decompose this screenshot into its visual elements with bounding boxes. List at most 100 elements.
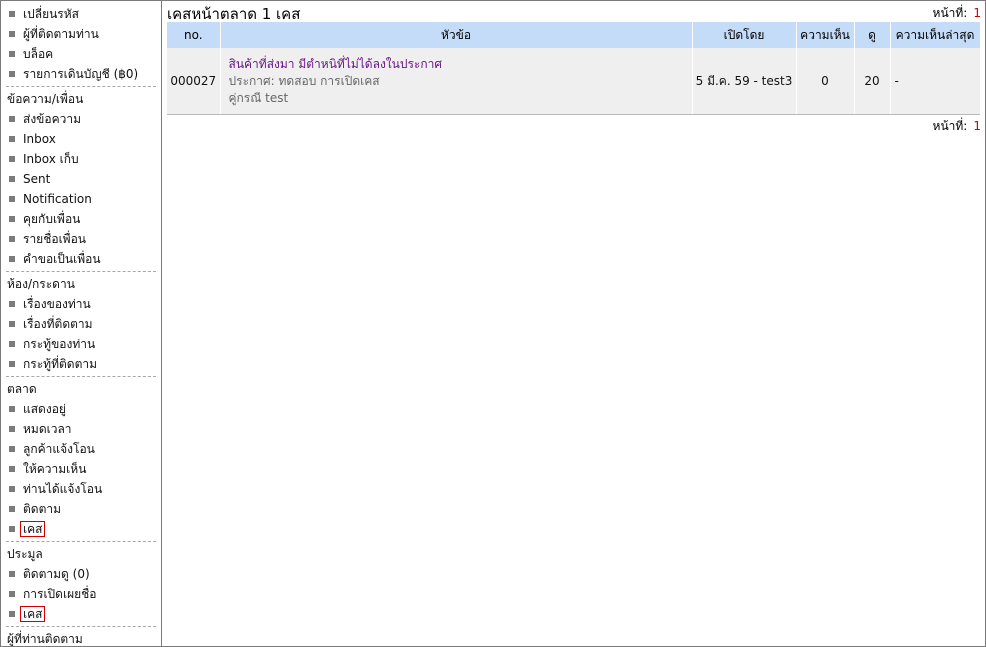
sidebar-item[interactable]: ลูกค้าแจ้งโอน (1, 439, 161, 459)
sidebar-item-label: รายชื่อเพื่อน (23, 232, 86, 246)
sidebar-item-label: กระทู้ของท่าน (23, 337, 96, 351)
sidebar-item[interactable]: รายชื่อเพื่อน (1, 229, 161, 249)
sidebar-section-header: ประมูล (7, 547, 43, 561)
sidebar-item[interactable]: เคส (1, 519, 161, 539)
sidebar-item[interactable]: เรื่องที่ติดตาม (1, 314, 161, 334)
sidebar-item-label: Sent (23, 172, 51, 186)
pager-bottom: หน้าที่: 1 (933, 117, 981, 136)
sidebar-item[interactable]: รายการเดินบัญชี (฿0) (1, 64, 161, 84)
sidebar-item-label: คำขอเป็นเพื่อน (23, 252, 101, 266)
square-bullet-icon (9, 255, 15, 262)
sidebar-section-header: ห้อง/กระดาน (7, 277, 75, 291)
sidebar-section-header: ตลาด (7, 382, 37, 396)
sidebar-item[interactable]: Notification (1, 189, 161, 209)
case-announcement: ประกาศ: ทดสอบ การเปิดเคส (228, 73, 380, 88)
sidebar-item[interactable]: กระทู้ของท่าน (1, 334, 161, 354)
sidebar-item-label: ท่านได้แจ้งโอน (23, 482, 103, 496)
square-bullet-icon (9, 70, 15, 77)
case-number: 000027 (167, 48, 221, 114)
sidebar-item[interactable]: ส่งข้อความ (1, 109, 161, 129)
square-bullet-icon (9, 360, 15, 367)
sidebar-item[interactable]: เรื่องของท่าน (1, 294, 161, 314)
sidebar-item[interactable]: การเปิดเผยชื่อ (1, 584, 161, 604)
sidebar-item[interactable]: หมดเวลา (1, 419, 161, 439)
pager-label: หน้าที่: (932, 6, 968, 20)
sidebar-item-label: ติดตามดู (0) (23, 567, 90, 581)
pager-top: หน้าที่: 1 (933, 4, 981, 23)
sidebar-item-label: แสดงอยู่ (23, 402, 66, 416)
sidebar-item[interactable]: คุยกับเพื่อน (1, 209, 161, 229)
cases-table: no. หัวข้อ เปิดโดย ความเห็น ดู ความเห็นล… (167, 22, 981, 114)
sidebar-item-label: รายการเดินบัญชี (฿0) (23, 67, 139, 81)
section-divider (6, 271, 156, 272)
sidebar-item[interactable]: กระทู้ที่ติดตาม (1, 354, 161, 374)
sidebar-item-label: เคส (20, 521, 46, 537)
sidebar-item[interactable]: เปลี่ยนรหัส (1, 4, 161, 24)
section-divider (6, 86, 156, 87)
sidebar-item-label: เคส (20, 606, 46, 622)
square-bullet-icon (9, 445, 15, 452)
square-bullet-icon (9, 215, 15, 222)
square-bullet-icon (9, 485, 15, 492)
sidebar-item[interactable]: Inbox เก็บ (1, 149, 161, 169)
square-bullet-icon (9, 135, 15, 142)
sidebar-item[interactable]: ให้ความเห็น (1, 459, 161, 479)
sidebar-item[interactable]: Inbox (1, 129, 161, 149)
column-header-last-comment: ความเห็นล่าสุด (890, 22, 981, 48)
column-header-comments: ความเห็น (796, 22, 855, 48)
app-window: เปลี่ยนรหัส ผู้ที่ติดตามท่าน บล็อครายการเด… (0, 0, 986, 647)
sidebar-item-label: เรื่องของท่าน (23, 297, 91, 311)
page-number-link[interactable]: 1 (973, 119, 981, 133)
sidebar-item-label: กระทู้ที่ติดตาม (23, 357, 98, 371)
section-divider (6, 541, 156, 542)
section-divider (6, 376, 156, 377)
sidebar-item[interactable]: คำขอเป็นเพื่อน (1, 249, 161, 269)
sidebar-item-label: Notification (23, 192, 92, 206)
sidebar-item[interactable]: แสดงอยู่ (1, 399, 161, 419)
case-topic-link[interactable]: สินค้าที่ส่งมา มีตำหนิที่ไม่ได้ลงในประกา… (229, 56, 691, 73)
section-divider (6, 626, 156, 627)
square-bullet-icon (9, 570, 15, 577)
case-comment-count: 0 (796, 48, 855, 114)
sidebar-section-header: ผู้ที่ท่านติดตาม (7, 632, 83, 646)
page-title: เคสหน้าตลาด 1 เคส (167, 5, 301, 23)
pager-label: หน้าที่: (932, 119, 968, 133)
square-bullet-icon (9, 590, 15, 597)
square-bullet-icon (9, 610, 15, 617)
sidebar-item[interactable]: Sent (1, 169, 161, 189)
square-bullet-icon (9, 195, 15, 202)
sidebar-item[interactable]: ติดตาม (1, 499, 161, 519)
sidebar-item[interactable]: บล็อค (1, 44, 161, 64)
case-view-count: 20 (854, 48, 891, 114)
square-bullet-icon (9, 175, 15, 182)
sidebar-item[interactable]: ท่านได้แจ้งโอน (1, 479, 161, 499)
column-header-opened-by: เปิดโดย (692, 22, 797, 48)
sidebar-item[interactable]: เคส (1, 604, 161, 624)
sidebar-section-header: ข้อความ/เพื่อน (7, 92, 84, 106)
square-bullet-icon (9, 155, 15, 162)
sidebar-item-label: หมดเวลา (23, 422, 72, 436)
case-party: คู่กรณี test (228, 90, 289, 105)
square-bullet-icon (9, 115, 15, 122)
square-bullet-icon (9, 50, 15, 57)
sidebar-item-label: เรื่องที่ติดตาม (23, 317, 93, 331)
sidebar-item-label: การเปิดเผยชื่อ (23, 587, 97, 601)
sidebar-item[interactable]: ติดตามดู (0) (1, 564, 161, 584)
sidebar-item-label: ส่งข้อความ (23, 112, 82, 126)
sidebar-item-label: ให้ความเห็น (23, 462, 87, 476)
main-content: เคสหน้าตลาด 1 เคส หน้าที่: 1 no. หัวข้อ เ… (167, 1, 981, 646)
case-opened-by: 5 มี.ค. 59 - test3 (692, 48, 797, 114)
square-bullet-icon (9, 505, 15, 512)
square-bullet-icon (9, 405, 15, 412)
square-bullet-icon (9, 300, 15, 307)
page-number-link[interactable]: 1 (973, 6, 981, 20)
square-bullet-icon (9, 320, 15, 327)
square-bullet-icon (9, 10, 15, 17)
column-header-views: ดู (854, 22, 891, 48)
title-bar: เคสหน้าตลาด 1 เคส หน้าที่: 1 (167, 1, 981, 23)
table-row[interactable]: 000027 สินค้าที่ส่งมา มีตำหนิที่ไม่ได้ลง… (167, 48, 981, 114)
square-bullet-icon (9, 525, 15, 532)
square-bullet-icon (9, 235, 15, 242)
sidebar-item-label: ลูกค้าแจ้งโอน (23, 442, 95, 456)
sidebar-item[interactable]: ผู้ที่ติดตามท่าน (1, 24, 161, 44)
